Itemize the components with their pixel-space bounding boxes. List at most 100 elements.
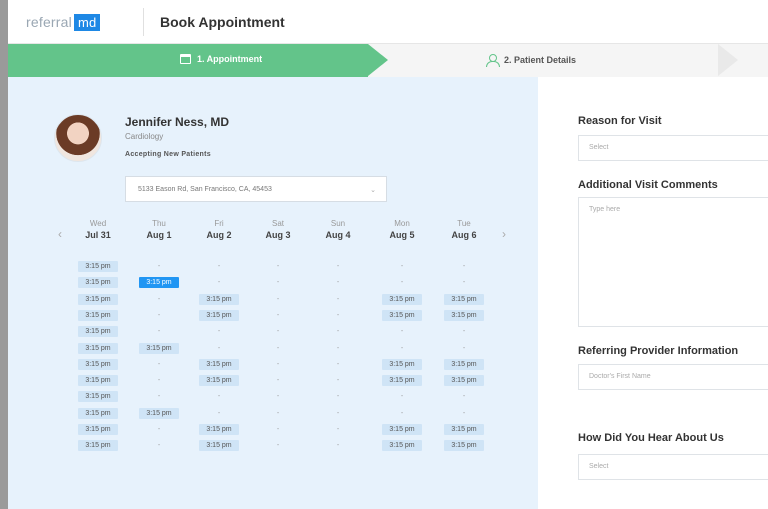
time-slot[interactable]: 3:15 pm [78, 293, 118, 305]
time-slot-unavailable: - [276, 344, 280, 352]
user-icon [486, 54, 500, 67]
accepting-status: Accepting New Patients [125, 151, 211, 158]
time-slot-unavailable: - [157, 295, 161, 303]
time-slot[interactable]: 3:15 pm [78, 424, 118, 435]
time-slot[interactable]: 3:15 pm [139, 407, 179, 419]
time-slot-unavailable: - [336, 360, 340, 368]
reason-label: Reason for Visit [578, 115, 662, 127]
time-slot[interactable]: 3:15 pm [199, 375, 239, 387]
hear-about-label: How Did You Hear About Us [578, 432, 724, 444]
time-slot[interactable]: 3:15 pm [382, 440, 422, 452]
time-slot[interactable]: 3:15 pm [382, 309, 422, 321]
time-slot[interactable]: 3:15 pm [78, 375, 118, 387]
time-slot-unavailable: - [217, 393, 221, 401]
time-slot[interactable]: 3:15 pm [382, 293, 422, 305]
time-slot-unavailable: - [400, 393, 404, 401]
time-slot-unavailable: - [276, 328, 280, 336]
time-slot-unavailable: - [276, 377, 280, 385]
time-slot-unavailable: - [400, 263, 404, 270]
time-slot-unavailable: - [336, 279, 340, 287]
time-slot-unavailable: - [336, 328, 340, 336]
time-slot-unavailable: - [462, 279, 466, 287]
time-slot[interactable]: 3:15 pm [382, 358, 422, 370]
time-slot[interactable]: 3:15 pm [78, 261, 118, 272]
day-header: Sat Aug 3 [256, 219, 300, 240]
time-slot-unavailable: - [157, 360, 161, 368]
time-slot-unavailable: - [276, 311, 280, 319]
day-date: Aug 3 [265, 230, 291, 240]
day-header: Tue Aug 6 [442, 219, 486, 240]
time-slot[interactable]: 3:15 pm [444, 424, 484, 435]
time-slot[interactable]: 3:15 pm [444, 375, 484, 387]
time-slot-unavailable: - [336, 344, 340, 352]
time-slot[interactable]: 3:15 pm [444, 358, 484, 370]
step-patient-details-label: 2. Patient Details [504, 55, 577, 65]
location-select[interactable]: 5133 Eason Rd, San Francisco, CA, 45453 … [125, 176, 387, 202]
time-slot-unavailable: - [217, 279, 221, 287]
time-slot-unavailable: - [276, 442, 280, 450]
day-of-week: Tue [457, 219, 471, 228]
time-slot[interactable]: 3:15 pm [199, 440, 239, 452]
reason-select[interactable]: Select [578, 135, 768, 161]
day-date: Aug 2 [206, 230, 232, 240]
time-slot[interactable]: 3:15 pm [199, 424, 239, 435]
time-slot-unavailable: - [157, 328, 161, 336]
day-of-week: Thu [152, 219, 166, 228]
time-slot[interactable]: 3:15 pm [78, 277, 118, 289]
hear-about-select[interactable]: Select [578, 454, 768, 480]
time-slot-unavailable: - [276, 409, 280, 417]
prev-week-button[interactable]: ‹ [58, 227, 62, 241]
time-slot[interactable]: 3:15 pm [78, 326, 118, 338]
time-slot-unavailable: - [336, 442, 340, 450]
time-slot-unavailable: - [217, 409, 221, 417]
day-of-week: Fri [214, 219, 224, 228]
time-slot[interactable]: 3:15 pm [444, 309, 484, 321]
time-slot[interactable]: 3:15 pm [78, 407, 118, 419]
referring-label: Referring Provider Information [578, 345, 739, 357]
time-slot-unavailable: - [276, 426, 280, 433]
time-slot-unavailable: - [400, 328, 404, 336]
logo[interactable]: referral md [26, 14, 101, 31]
time-slot[interactable]: 3:15 pm [199, 358, 239, 370]
logo-text: referral [26, 14, 72, 30]
time-slot[interactable]: 3:15 pm [139, 342, 179, 354]
time-slot-unavailable: - [276, 393, 280, 401]
step-patient-details[interactable]: 2. Patient Details [486, 54, 577, 67]
chevron-down-icon: ⌄ [370, 187, 376, 194]
time-slot-unavailable: - [462, 393, 466, 401]
time-slot[interactable]: 3:15 pm [78, 358, 118, 370]
referring-first-name-input[interactable]: Doctor's First Name [578, 364, 768, 390]
time-slot-unavailable: - [336, 263, 340, 270]
time-slot[interactable]: 3:15 pm [444, 440, 484, 452]
time-slot[interactable]: 3:15 pm [78, 309, 118, 321]
doctor-avatar [54, 114, 102, 162]
time-slot-unavailable: - [462, 409, 466, 417]
day-header: Mon Aug 5 [380, 219, 424, 240]
time-slot[interactable]: 3:15 pm [78, 391, 118, 403]
time-slot-unavailable: - [157, 263, 161, 270]
day-header: Wed Jul 31 [76, 219, 120, 240]
step-appointment[interactable]: 1. Appointment [8, 44, 368, 77]
time-slot[interactable]: 3:15 pm [382, 375, 422, 387]
time-slot-unavailable: - [157, 311, 161, 319]
time-slot-unavailable: - [336, 295, 340, 303]
time-slot[interactable]: 3:15 pm [444, 293, 484, 305]
time-slot-unavailable: - [400, 344, 404, 352]
time-slot[interactable]: 3:15 pm [78, 440, 118, 452]
time-slot[interactable]: 3:15 pm [382, 424, 422, 435]
time-slot[interactable]: 3:15 pm [199, 293, 239, 305]
next-week-button[interactable]: › [502, 227, 506, 241]
time-slot[interactable]: 3:15 pm [199, 309, 239, 321]
visit-form: Reason for Visit Select Additional Visit… [538, 77, 768, 509]
day-header: Sun Aug 4 [316, 219, 360, 240]
time-slot[interactable]: 3:15 pm [78, 342, 118, 354]
header-divider [143, 8, 144, 36]
day-date: Aug 6 [451, 230, 477, 240]
time-slot-unavailable: - [462, 263, 466, 270]
time-slot-unavailable: - [276, 295, 280, 303]
time-slot-unavailable: - [157, 442, 161, 450]
time-slot-selected[interactable]: 3:15 pm [139, 277, 179, 289]
comments-textarea[interactable]: Type here [578, 197, 768, 327]
time-slot-unavailable: - [400, 279, 404, 287]
time-slot-unavailable: - [217, 328, 221, 336]
